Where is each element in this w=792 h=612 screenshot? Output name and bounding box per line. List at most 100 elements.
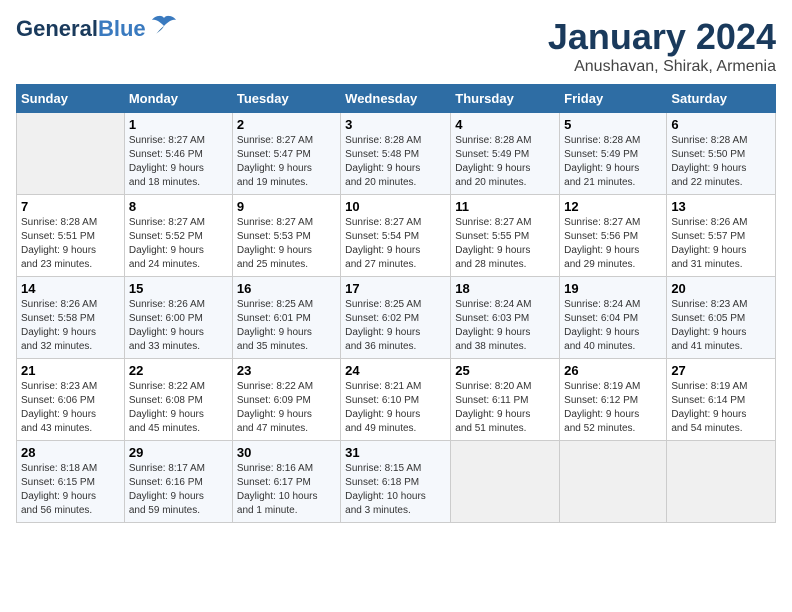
day-number: 13 — [671, 199, 771, 214]
calendar-cell: 12 Sunrise: 8:27 AM Sunset: 5:56 PM Dayli… — [560, 195, 667, 277]
calendar-table: SundayMondayTuesdayWednesdayThursdayFrid… — [16, 84, 776, 523]
day-info: Sunrise: 8:20 AM Sunset: 6:11 PM Dayligh… — [455, 380, 555, 436]
calendar-cell: 26Sunrise: 8:19 AM Sunset: 6:12 PM Dayli… — [560, 359, 667, 441]
day-number: 29 — [129, 445, 228, 460]
calendar-cell: 16 Sunrise: 8:25 AM Sunset: 6:01 PM Dayli… — [232, 277, 340, 359]
day-number: 18 — [455, 281, 555, 296]
day-header-saturday: Saturday — [667, 85, 776, 113]
calendar-cell: 11 Sunrise: 8:27 AM Sunset: 5:55 PM Dayli… — [451, 195, 560, 277]
day-info: Sunrise: 8:28 AM Sunset: 5:48 PM Dayligh… — [345, 134, 446, 190]
calendar-cell: 17 Sunrise: 8:25 AM Sunset: 6:02 PM Dayli… — [341, 277, 451, 359]
day-info: Sunrise: 8:27 AM Sunset: 5:55 PM Dayligh… — [455, 216, 555, 272]
day-info: Sunrise: 8:21 AM Sunset: 6:10 PM Dayligh… — [345, 380, 446, 436]
day-info: Sunrise: 8:22 AM Sunset: 6:08 PM Dayligh… — [129, 380, 228, 436]
day-info: Sunrise: 8:26 AM Sunset: 5:57 PM Dayligh… — [671, 216, 771, 272]
day-number: 2 — [237, 117, 336, 132]
day-header-wednesday: Wednesday — [341, 85, 451, 113]
day-info: Sunrise: 8:24 AM Sunset: 6:04 PM Dayligh… — [564, 298, 662, 354]
day-info: Sunrise: 8:27 AM Sunset: 5:53 PM Dayligh… — [237, 216, 336, 272]
day-number: 21 — [21, 363, 120, 378]
day-number: 20 — [671, 281, 771, 296]
calendar-cell: 9 Sunrise: 8:27 AM Sunset: 5:53 PM Daylig… — [232, 195, 340, 277]
page-subtitle: Anushavan, Shirak, Armenia — [548, 58, 776, 76]
day-info: Sunrise: 8:27 AM Sunset: 5:47 PM Dayligh… — [237, 134, 336, 190]
calendar-cell: 19 Sunrise: 8:24 AM Sunset: 6:04 PM Dayli… — [560, 277, 667, 359]
day-header-friday: Friday — [560, 85, 667, 113]
day-info: Sunrise: 8:17 AM Sunset: 6:16 PM Dayligh… — [129, 462, 228, 518]
calendar-cell: 8 Sunrise: 8:27 AM Sunset: 5:52 PM Daylig… — [124, 195, 232, 277]
calendar-cell: 31Sunrise: 8:15 AM Sunset: 6:18 PM Dayli… — [341, 441, 451, 523]
calendar-cell — [667, 441, 776, 523]
calendar-cell: 24 Sunrise: 8:21 AM Sunset: 6:10 PM Dayli… — [341, 359, 451, 441]
page-title: January 2024 — [548, 16, 776, 58]
day-number: 14 — [21, 281, 120, 296]
day-number: 28 — [21, 445, 120, 460]
day-info: Sunrise: 8:28 AM Sunset: 5:49 PM Dayligh… — [455, 134, 555, 190]
calendar-cell: 25 Sunrise: 8:20 AM Sunset: 6:11 PM Dayli… — [451, 359, 560, 441]
day-number: 8 — [129, 199, 228, 214]
calendar-cell: 5Sunrise: 8:28 AM Sunset: 5:49 PM Daylig… — [560, 113, 667, 195]
day-info: Sunrise: 8:22 AM Sunset: 6:09 PM Dayligh… — [237, 380, 336, 436]
day-number: 30 — [237, 445, 336, 460]
day-info: Sunrise: 8:24 AM Sunset: 6:03 PM Dayligh… — [455, 298, 555, 354]
day-info: Sunrise: 8:23 AM Sunset: 6:06 PM Dayligh… — [21, 380, 120, 436]
day-info: Sunrise: 8:28 AM Sunset: 5:50 PM Dayligh… — [671, 134, 771, 190]
logo-general: General — [16, 16, 98, 41]
day-number: 12 — [564, 199, 662, 214]
logo-bird-icon — [150, 14, 178, 41]
day-info: Sunrise: 8:26 AM Sunset: 5:58 PM Dayligh… — [21, 298, 120, 354]
day-info: Sunrise: 8:19 AM Sunset: 6:14 PM Dayligh… — [671, 380, 771, 436]
day-info: Sunrise: 8:18 AM Sunset: 6:15 PM Dayligh… — [21, 462, 120, 518]
day-number: 26 — [564, 363, 662, 378]
day-number: 17 — [345, 281, 446, 296]
day-number: 9 — [237, 199, 336, 214]
day-number: 16 — [237, 281, 336, 296]
calendar-cell: 15 Sunrise: 8:26 AM Sunset: 6:00 PM Dayli… — [124, 277, 232, 359]
calendar-cell: 27 Sunrise: 8:19 AM Sunset: 6:14 PM Dayli… — [667, 359, 776, 441]
logo-blue: Blue — [98, 16, 146, 41]
day-number: 3 — [345, 117, 446, 132]
day-info: Sunrise: 8:27 AM Sunset: 5:52 PM Dayligh… — [129, 216, 228, 272]
day-header-sunday: Sunday — [17, 85, 125, 113]
header: GeneralBlue January 2024 Anushavan, Shir… — [16, 16, 776, 76]
day-number: 27 — [671, 363, 771, 378]
calendar-cell: 28 Sunrise: 8:18 AM Sunset: 6:15 PM Dayli… — [17, 441, 125, 523]
calendar-cell: 3 Sunrise: 8:28 AM Sunset: 5:48 PM Daylig… — [341, 113, 451, 195]
calendar-cell: 22 Sunrise: 8:22 AM Sunset: 6:08 PM Dayli… — [124, 359, 232, 441]
calendar-cell: 4 Sunrise: 8:28 AM Sunset: 5:49 PM Daylig… — [451, 113, 560, 195]
day-info: Sunrise: 8:23 AM Sunset: 6:05 PM Dayligh… — [671, 298, 771, 354]
title-section: January 2024 Anushavan, Shirak, Armenia — [548, 16, 776, 76]
day-number: 7 — [21, 199, 120, 214]
day-number: 23 — [237, 363, 336, 378]
calendar-cell: 7 Sunrise: 8:28 AM Sunset: 5:51 PM Daylig… — [17, 195, 125, 277]
day-number: 10 — [345, 199, 446, 214]
calendar-cell: 2 Sunrise: 8:27 AM Sunset: 5:47 PM Daylig… — [232, 113, 340, 195]
day-number: 11 — [455, 199, 555, 214]
day-info: Sunrise: 8:28 AM Sunset: 5:49 PM Dayligh… — [564, 134, 662, 190]
day-number: 6 — [671, 117, 771, 132]
calendar-cell: 14 Sunrise: 8:26 AM Sunset: 5:58 PM Dayli… — [17, 277, 125, 359]
day-number: 25 — [455, 363, 555, 378]
day-info: Sunrise: 8:27 AM Sunset: 5:46 PM Dayligh… — [129, 134, 228, 190]
day-header-thursday: Thursday — [451, 85, 560, 113]
day-info: Sunrise: 8:27 AM Sunset: 5:54 PM Dayligh… — [345, 216, 446, 272]
day-info: Sunrise: 8:25 AM Sunset: 6:01 PM Dayligh… — [237, 298, 336, 354]
day-info: Sunrise: 8:25 AM Sunset: 6:02 PM Dayligh… — [345, 298, 446, 354]
day-info: Sunrise: 8:27 AM Sunset: 5:56 PM Dayligh… — [564, 216, 662, 272]
day-number: 24 — [345, 363, 446, 378]
calendar-cell: 30 Sunrise: 8:16 AM Sunset: 6:17 PM Dayli… — [232, 441, 340, 523]
day-info: Sunrise: 8:15 AM Sunset: 6:18 PM Dayligh… — [345, 462, 446, 518]
calendar-cell: 18 Sunrise: 8:24 AM Sunset: 6:03 PM Dayli… — [451, 277, 560, 359]
calendar-cell — [17, 113, 125, 195]
day-number: 15 — [129, 281, 228, 296]
day-info: Sunrise: 8:28 AM Sunset: 5:51 PM Dayligh… — [21, 216, 120, 272]
day-number: 4 — [455, 117, 555, 132]
day-header-tuesday: Tuesday — [232, 85, 340, 113]
calendar-cell — [560, 441, 667, 523]
calendar-cell: 29 Sunrise: 8:17 AM Sunset: 6:16 PM Dayli… — [124, 441, 232, 523]
calendar-cell: 10 Sunrise: 8:27 AM Sunset: 5:54 PM Dayli… — [341, 195, 451, 277]
day-info: Sunrise: 8:16 AM Sunset: 6:17 PM Dayligh… — [237, 462, 336, 518]
day-number: 19 — [564, 281, 662, 296]
day-number: 22 — [129, 363, 228, 378]
day-info: Sunrise: 8:26 AM Sunset: 6:00 PM Dayligh… — [129, 298, 228, 354]
